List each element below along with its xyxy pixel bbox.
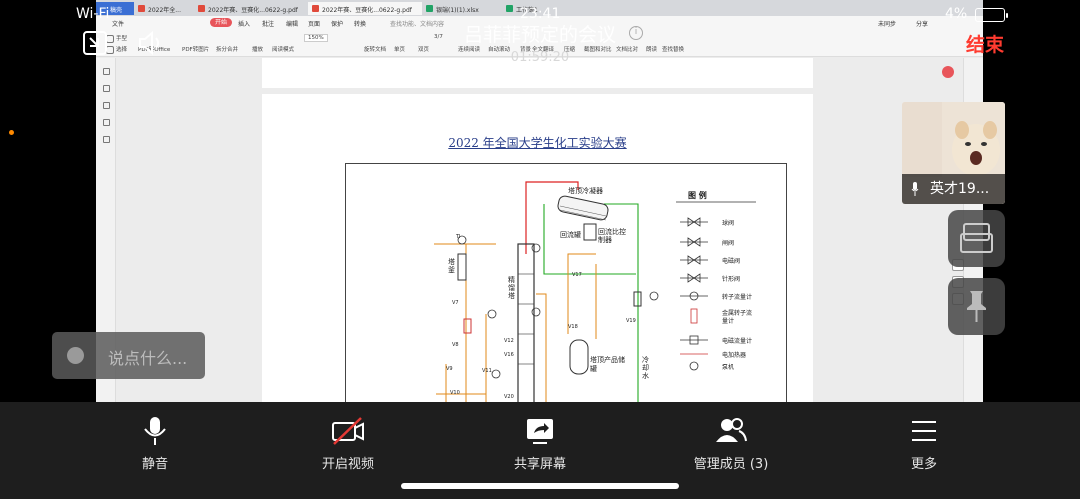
share-screen-icon — [527, 419, 553, 444]
legend-item: 闸阀 — [722, 240, 735, 247]
legend-item: 电磁阀 — [722, 258, 741, 265]
end-meeting-button[interactable]: 结束 — [966, 30, 1004, 57]
recording-dot — [9, 130, 14, 135]
tab-label: 银端(1)(1).xlsx — [436, 7, 479, 14]
diagram-tag: V9 — [446, 366, 453, 372]
window-tab-active[interactable]: 2022年赛、豆赛化...0622-g.pdf — [308, 2, 422, 15]
signature-icon[interactable] — [103, 136, 110, 143]
home-indicator[interactable] — [401, 483, 679, 489]
more-label: 更多 — [910, 457, 937, 472]
thumbnail-icon[interactable] — [103, 85, 110, 92]
document-title: 2022 年全国大学生化工实验大赛 — [448, 136, 627, 150]
more-button[interactable]: 更多 — [844, 402, 1004, 492]
left-unit-label: 塔釜 — [448, 258, 455, 274]
tab-label: 稿壳 — [110, 7, 123, 14]
mute-button[interactable]: 静音 — [75, 402, 235, 492]
info-icon[interactable]: i — [629, 26, 643, 40]
menu-icon — [912, 421, 936, 441]
diagram-tag: TI — [456, 234, 461, 240]
attachment-icon[interactable] — [103, 119, 110, 126]
mic-icon — [911, 182, 919, 196]
excel-icon — [506, 5, 513, 12]
notification-badge[interactable] — [942, 66, 954, 78]
reflux-controller-label: 回流比控制器 — [598, 228, 626, 244]
legend-title: 图 例 — [688, 191, 707, 200]
diagram-tag: V10 — [450, 390, 460, 396]
process-flow-diagram: 塔顶冷凝器 回流罐 回流比控制器 精馏塔 塔顶产品储罐 冷却水 塔釜 图 例 球… — [345, 163, 787, 402]
diagram-tag: V19 — [626, 318, 636, 324]
mute-label: 静音 — [141, 457, 168, 472]
column-label: 精馏塔 — [508, 276, 515, 300]
window-tab[interactable]: 银端(1)(1).xlsx — [422, 2, 502, 15]
window-tab[interactable]: 2022年全... — [134, 2, 194, 15]
pin-icon — [967, 291, 986, 322]
legend-item: 电磁流量计 — [722, 338, 753, 345]
diagram-tag: V12 — [504, 338, 514, 344]
legend-item: 泵机 — [722, 364, 735, 371]
window-tab[interactable]: 2022年赛、豆赛化...0622-g.pdf — [194, 2, 308, 15]
members-icon — [716, 418, 747, 442]
condenser-label: 塔顶冷凝器 — [568, 187, 603, 195]
meeting-timer: 01:59:20 — [510, 50, 570, 65]
manage-members-button[interactable]: 管理成员 (3) — [651, 402, 811, 492]
rotate-screen-button[interactable] — [948, 210, 1005, 267]
diagram-tag: V17 — [572, 272, 582, 278]
chat-placeholder: 说点什么... — [108, 349, 188, 368]
start-video-button[interactable]: 开启视频 — [268, 402, 428, 492]
legend-item: 针形阀 — [722, 276, 741, 283]
product-tank-label: 塔顶产品储罐 — [590, 356, 625, 373]
meeting-title[interactable]: 吕菲菲预定的会议 — [0, 20, 1080, 47]
excel-icon — [426, 5, 433, 12]
members-label: 管理成员 (3) — [693, 457, 769, 472]
cooling-water-label: 冷却水 — [642, 356, 649, 380]
comment-icon[interactable] — [103, 102, 110, 109]
video-label: 开启视频 — [321, 457, 374, 472]
diagram-tag: V7 — [452, 300, 459, 306]
legend-item: 电加热器 — [722, 352, 747, 359]
share-screen-button[interactable]: 共享屏幕 — [460, 402, 620, 492]
tab-label: 2022年赛、豆赛化...0622-g.pdf — [208, 7, 298, 14]
pdf-icon — [138, 5, 145, 12]
share-label: 共享屏幕 — [513, 457, 566, 472]
rotate-screen-icon — [960, 223, 993, 253]
legend-item: 金属转子流量计 — [722, 310, 753, 325]
video-off-icon — [332, 417, 364, 445]
emoji-icon[interactable] — [67, 347, 84, 364]
diagram-svg — [434, 181, 756, 402]
chat-input[interactable]: 说点什么... — [52, 332, 205, 379]
diagram-tag: V18 — [568, 324, 578, 330]
tab-label: 2022年全... — [148, 7, 181, 14]
diagram-tag: V20 — [504, 394, 514, 400]
reflux-tank-label: 回流罐 — [560, 231, 581, 239]
pin-button[interactable] — [948, 278, 1005, 335]
diagram-tag: V16 — [504, 352, 514, 358]
tab-label: 2022年赛、豆赛化...0622-g.pdf — [322, 7, 412, 14]
legend-item: 转子流量计 — [722, 294, 753, 301]
bookmark-icon[interactable] — [103, 68, 110, 75]
participant-video[interactable]: 英才19... — [902, 102, 1005, 204]
microphone-icon — [144, 417, 166, 445]
pdf-page: 2022 年全国大学生化工实验大赛 塔顶冷凝器 回流罐 回流比控制器 精馏塔 塔… — [262, 94, 964, 402]
diagram-tag: V8 — [452, 342, 459, 348]
pdf-icon — [312, 5, 319, 12]
legend-item: 球阀 — [722, 220, 735, 227]
pdf-icon — [198, 5, 205, 12]
diagram-tag: V11 — [482, 368, 492, 374]
